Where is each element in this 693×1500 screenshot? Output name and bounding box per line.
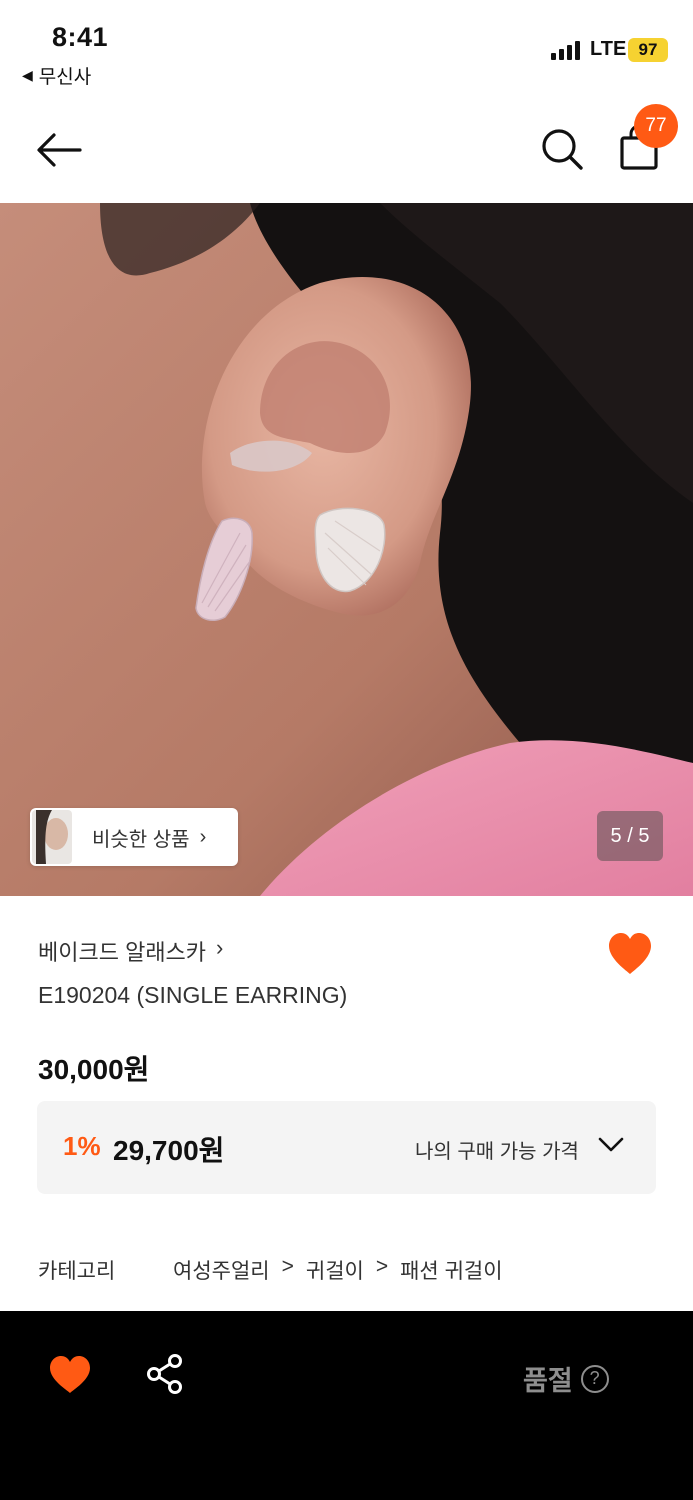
category-item[interactable]: 귀걸이 xyxy=(306,1255,364,1285)
heart-icon[interactable] xyxy=(48,1355,92,1395)
chevron-down-icon xyxy=(598,1137,624,1152)
my-purchase-price-box[interactable]: 1% 29,700원 나의 구매 가능 가격 xyxy=(37,1101,656,1194)
sold-out-status: 품절 ? xyxy=(523,1359,609,1398)
category-row: 카테고리 여성주얼리 > 귀걸이 > 패션 귀걸이 xyxy=(38,1255,503,1285)
back-app-label: 무신사 xyxy=(38,67,92,88)
product-price: 30,000원 xyxy=(38,1054,150,1085)
image-page-indicator: 5 / 5 xyxy=(597,811,663,861)
member-price: 29,700원 xyxy=(113,1135,225,1166)
nav-bar xyxy=(0,100,693,203)
category-item[interactable]: 패션 귀걸이 xyxy=(400,1255,502,1285)
category-label: 카테고리 xyxy=(38,1260,116,1283)
sold-out-label: 품절 xyxy=(523,1366,573,1396)
discount-rate: 1% xyxy=(63,1131,101,1161)
back-triangle-icon: ◀ xyxy=(22,67,33,83)
signal-icon xyxy=(551,40,580,60)
category-breadcrumb: 여성주얼리 > 귀걸이 > 패션 귀걸이 xyxy=(173,1255,503,1285)
chevron-right-icon: > xyxy=(375,1255,389,1278)
chevron-right-icon: › xyxy=(199,825,207,848)
category-item[interactable]: 여성주얼리 xyxy=(173,1255,270,1285)
chevron-right-icon: › xyxy=(216,935,224,960)
search-icon[interactable] xyxy=(540,126,584,172)
my-purchase-price-label: 나의 구매 가능 가격 xyxy=(415,1141,579,1163)
cart-count-badge: 77 xyxy=(634,104,678,148)
status-time: 8:41 xyxy=(52,22,109,52)
bottom-action-bar: 품절 ? xyxy=(0,1311,693,1500)
product-name: E190204 (SINGLE EARRING) xyxy=(38,982,348,1008)
similar-products-label: 비슷한 상품 xyxy=(92,828,190,851)
similar-products-button[interactable]: 비슷한 상품 › xyxy=(30,808,238,866)
heart-icon[interactable] xyxy=(607,932,653,976)
share-icon[interactable] xyxy=(146,1353,184,1395)
back-to-app-link[interactable]: ◀ 무신사 xyxy=(22,62,91,89)
chevron-right-icon: > xyxy=(281,1255,294,1278)
back-arrow-icon[interactable] xyxy=(36,130,82,170)
similar-product-thumbnail xyxy=(32,810,72,864)
brand-link[interactable]: 베이크드 알래스카 › xyxy=(38,935,223,967)
product-image[interactable] xyxy=(0,203,693,896)
help-icon[interactable]: ? xyxy=(580,1364,609,1393)
battery-indicator: 97 xyxy=(628,38,668,62)
brand-name: 베이크드 알래스카 xyxy=(38,940,207,965)
network-label: LTE xyxy=(590,38,627,60)
status-bar: 8:41 ◀ 무신사 LTE 97 xyxy=(0,0,693,100)
product-photo-earring xyxy=(0,203,693,896)
